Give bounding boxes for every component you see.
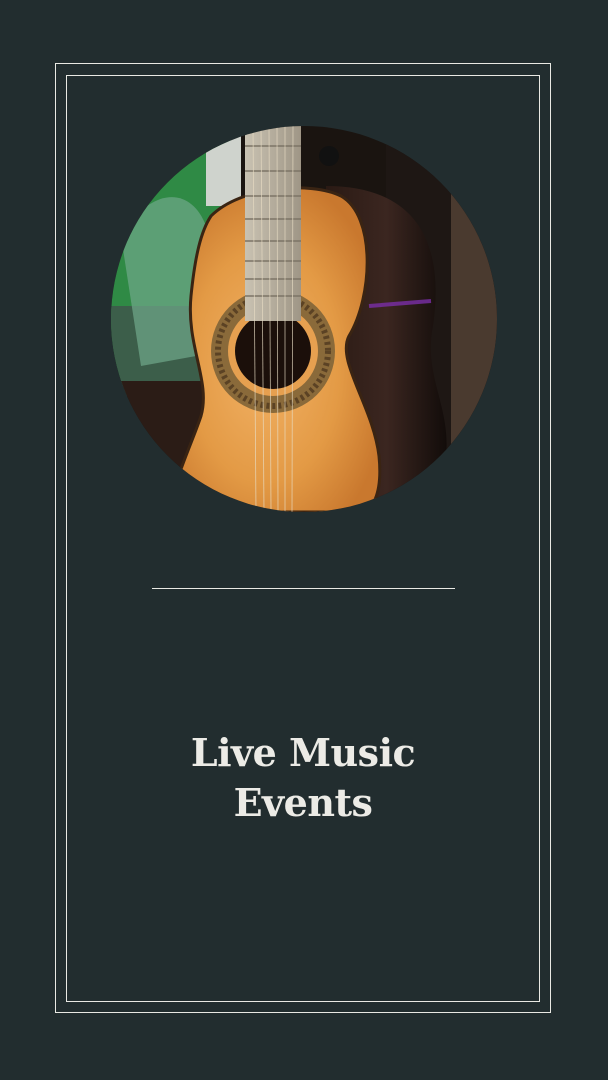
guitar-photo xyxy=(111,126,497,512)
horizontal-divider xyxy=(152,588,455,589)
poster-title: Live Music Events xyxy=(66,728,540,828)
title-line-1: Live Music xyxy=(190,730,416,775)
title-line-2: Events xyxy=(233,780,373,825)
poster-page: Live Music Events xyxy=(0,0,608,1080)
